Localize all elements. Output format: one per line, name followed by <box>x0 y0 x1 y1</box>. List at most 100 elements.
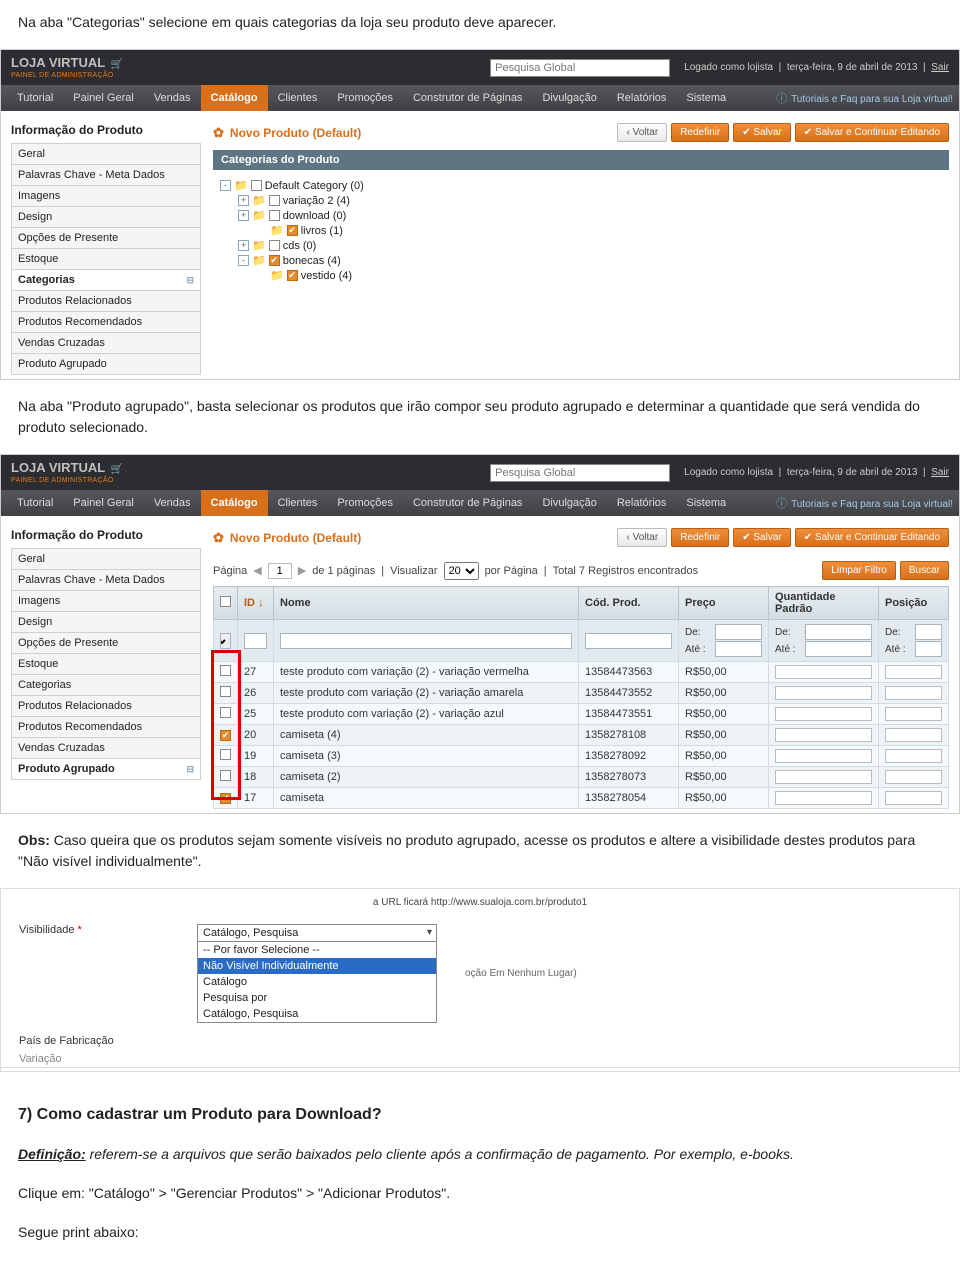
qty-input[interactable] <box>775 770 872 784</box>
menu-item[interactable]: Divulgação <box>532 490 606 516</box>
tree-node[interactable]: 📁✔vestido (4) <box>217 268 945 283</box>
menu-item[interactable]: Relatórios <box>607 85 677 111</box>
menu-item[interactable]: Tutorial <box>7 85 63 111</box>
filter-pos-to[interactable] <box>915 641 942 657</box>
menu-item[interactable]: Clientes <box>268 490 328 516</box>
checkbox-icon[interactable] <box>220 770 231 781</box>
filter-qty-from[interactable] <box>805 624 872 640</box>
filter-sku-input[interactable] <box>585 633 672 649</box>
menu-item[interactable]: Sistema <box>676 85 736 111</box>
visibility-option[interactable]: Catálogo <box>198 974 436 990</box>
tree-toggle-icon[interactable]: + <box>238 240 249 251</box>
menu-item[interactable]: Construtor de Páginas <box>403 490 532 516</box>
menu-item[interactable]: Vendas <box>144 85 201 111</box>
tree-node[interactable]: 📁✔livros (1) <box>217 223 945 238</box>
position-input[interactable] <box>885 665 942 679</box>
sidebar-item[interactable]: Categorias⊟ <box>11 270 201 291</box>
checkbox-icon[interactable] <box>269 210 280 221</box>
sidebar-item[interactable]: Produtos Recomendados <box>11 717 201 738</box>
table-row[interactable]: 27teste produto com variação (2) - varia… <box>214 662 949 683</box>
sidebar-item[interactable]: Produto Agrupado <box>11 354 201 375</box>
global-search-input[interactable] <box>490 464 670 482</box>
table-row[interactable]: ✔20camiseta (4)1358278108R$50,00 <box>214 725 949 746</box>
page-prev-icon[interactable]: ◀ <box>253 564 261 577</box>
menu-item[interactable]: Promoções <box>327 85 403 111</box>
visibility-selected[interactable]: Catálogo, Pesquisa <box>197 924 437 942</box>
qty-input[interactable] <box>775 686 872 700</box>
sidebar-item[interactable]: Produtos Relacionados <box>11 696 201 717</box>
visibility-select[interactable]: Catálogo, Pesquisa -- Por favor Selecion… <box>197 924 437 1023</box>
position-input[interactable] <box>885 749 942 763</box>
menu-item[interactable]: Catálogo <box>201 85 268 111</box>
col-sku[interactable]: Cód. Prod. <box>579 587 679 620</box>
reset-button[interactable]: Redefinir <box>671 528 729 547</box>
filter-name-input[interactable] <box>280 633 572 649</box>
position-input[interactable] <box>885 707 942 721</box>
sidebar-item[interactable]: Palavras Chave - Meta Dados <box>11 165 201 186</box>
position-input[interactable] <box>885 686 942 700</box>
filter-pos-from[interactable] <box>915 624 942 640</box>
visibility-option[interactable]: Pesquisa por <box>198 990 436 1006</box>
save-button[interactable]: ✔ Salvar <box>733 123 791 142</box>
help-link[interactable]: ⓘTutoriais e Faq para sua Loja virtual! <box>776 90 953 106</box>
tree-toggle-icon[interactable]: + <box>238 195 249 206</box>
global-search-input[interactable] <box>490 59 670 77</box>
qty-input[interactable] <box>775 749 872 763</box>
table-row[interactable]: ✔17camiseta1358278054R$50,00 <box>214 788 949 809</box>
sidebar-item[interactable]: Estoque <box>11 249 201 270</box>
menu-item[interactable]: Promoções <box>327 490 403 516</box>
filter-qty-to[interactable] <box>805 641 872 657</box>
tree-node[interactable]: +📁variação 2 (4) <box>217 193 945 208</box>
table-row[interactable]: 18camiseta (2)1358278073R$50,00 <box>214 767 949 788</box>
sidebar-item[interactable]: Categorias <box>11 675 201 696</box>
tree-node[interactable]: +📁cds (0) <box>217 238 945 253</box>
tree-node[interactable]: +📁download (0) <box>217 208 945 223</box>
table-row[interactable]: 26teste produto com variação (2) - varia… <box>214 683 949 704</box>
page-number-input[interactable] <box>268 563 292 579</box>
page-size-select[interactable]: 20 <box>444 562 479 580</box>
checkbox-icon[interactable] <box>220 707 231 718</box>
menu-item[interactable]: Painel Geral <box>63 490 144 516</box>
col-name[interactable]: Nome <box>274 587 579 620</box>
position-input[interactable] <box>885 791 942 805</box>
help-link[interactable]: ⓘTutoriais e Faq para sua Loja virtual! <box>776 495 953 511</box>
qty-input[interactable] <box>775 728 872 742</box>
menu-item[interactable]: Relatórios <box>607 490 677 516</box>
sidebar-item[interactable]: Opções de Presente <box>11 228 201 249</box>
position-input[interactable] <box>885 728 942 742</box>
page-next-icon[interactable]: ▶ <box>298 564 306 577</box>
menu-item[interactable]: Tutorial <box>7 490 63 516</box>
checkbox-icon[interactable] <box>220 749 231 760</box>
menu-item[interactable]: Construtor de Páginas <box>403 85 532 111</box>
visibility-option[interactable]: -- Por favor Selecione -- <box>198 942 436 958</box>
table-row[interactable]: 25teste produto com variação (2) - varia… <box>214 704 949 725</box>
position-input[interactable] <box>885 770 942 784</box>
save-continue-button[interactable]: ✔ Salvar e Continuar Editando <box>795 528 949 547</box>
checkbox-icon[interactable] <box>220 665 231 676</box>
logout-link[interactable]: Sair <box>931 62 949 73</box>
col-id[interactable]: ID ↓ <box>238 587 274 620</box>
clear-filter-button[interactable]: Limpar Filtro <box>822 561 896 580</box>
checkbox-icon[interactable]: ✔ <box>269 255 280 266</box>
sidebar-item[interactable]: Imagens <box>11 186 201 207</box>
sidebar-item[interactable]: Produto Agrupado⊟ <box>11 759 201 780</box>
sidebar-item[interactable]: Vendas Cruzadas <box>11 333 201 354</box>
sidebar-item[interactable]: Design <box>11 207 201 228</box>
menu-item[interactable]: Catálogo <box>201 490 268 516</box>
sidebar-item[interactable]: Geral <box>11 143 201 165</box>
sidebar-item[interactable]: Design <box>11 612 201 633</box>
col-pos[interactable]: Posição <box>879 587 949 620</box>
tree-toggle-icon[interactable]: - <box>220 180 231 191</box>
sidebar-item[interactable]: Imagens <box>11 591 201 612</box>
col-checkbox[interactable] <box>214 587 238 620</box>
qty-input[interactable] <box>775 665 872 679</box>
menu-item[interactable]: Vendas <box>144 490 201 516</box>
menu-item[interactable]: Divulgação <box>532 85 606 111</box>
sidebar-item[interactable]: Opções de Presente <box>11 633 201 654</box>
filter-price-from[interactable] <box>715 624 762 640</box>
checkbox-icon[interactable]: ✔ <box>220 793 231 804</box>
tree-node[interactable]: -📁✔bonecas (4) <box>217 253 945 268</box>
checkbox-icon[interactable]: ✔ <box>287 225 298 236</box>
sidebar-item[interactable]: Palavras Chave - Meta Dados <box>11 570 201 591</box>
col-price[interactable]: Preço <box>679 587 769 620</box>
